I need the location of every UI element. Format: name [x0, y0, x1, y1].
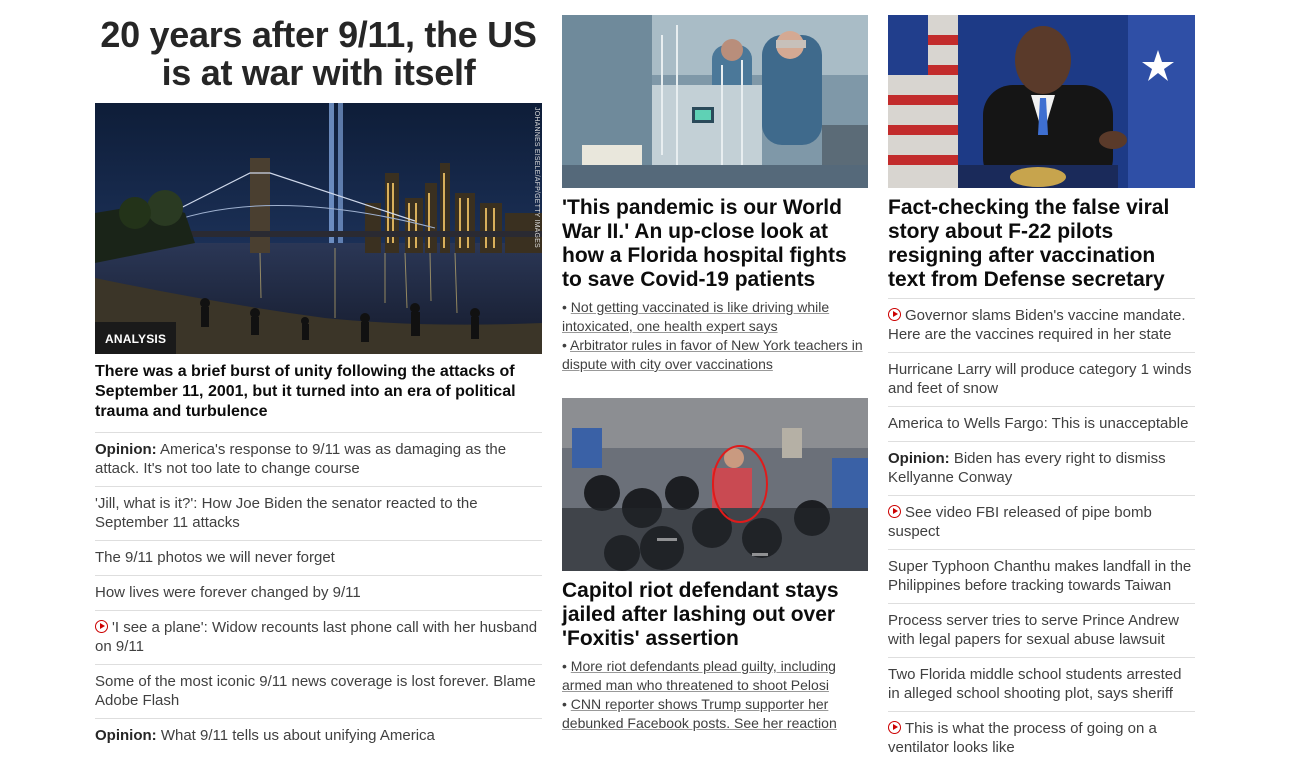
- middle-column: 'This pandemic is our World War II.' An …: [562, 0, 868, 733]
- list-item[interactable]: How lives were forever changed by 9/11: [95, 575, 542, 610]
- defense-secretary-photo[interactable]: [888, 15, 1195, 188]
- list-item-text[interactable]: Governor slams Biden's vaccine mandate. …: [888, 307, 1186, 343]
- bullet-item[interactable]: • CNN reporter shows Trump supporter her…: [562, 695, 868, 733]
- bullet-link[interactable]: CNN reporter shows Trump supporter her d…: [562, 696, 837, 731]
- photo-illustration: [562, 15, 868, 188]
- related-stories-list: Opinion: America's response to 9/11 was …: [95, 432, 542, 753]
- analysis-badge: ANALYSIS: [95, 322, 177, 354]
- list-item[interactable]: Opinion: Biden has every right to dismis…: [888, 441, 1195, 495]
- list-item-text[interactable]: 'Jill, what is it?': How Joe Biden the s…: [95, 495, 478, 531]
- list-item[interactable]: See video FBI released of pipe bomb susp…: [888, 495, 1195, 549]
- list-item-text[interactable]: Process server tries to serve Prince And…: [888, 612, 1179, 648]
- opinion-label: Opinion:: [95, 727, 157, 744]
- list-item-text[interactable]: 'I see a plane': Widow recounts last pho…: [95, 619, 537, 655]
- nyc-tribute-lights-photo[interactable]: ANALYSIS JOHANNES EISELE/AFP/GETTY IMAGE…: [95, 103, 542, 354]
- play-circle-icon: [888, 721, 901, 734]
- list-item-text[interactable]: See video FBI released of pipe bomb susp…: [888, 504, 1152, 540]
- list-item[interactable]: Governor slams Biden's vaccine mandate. …: [888, 298, 1195, 352]
- story-title[interactable]: Fact-checking the false viral story abou…: [888, 196, 1195, 292]
- capitol-riot-photo[interactable]: [562, 398, 868, 571]
- list-item[interactable]: 'Jill, what is it?': How Joe Biden the s…: [95, 486, 542, 540]
- bullet-item[interactable]: • More riot defendants plead guilty, inc…: [562, 657, 868, 695]
- bullet-link[interactable]: Not getting vaccinated is like driving w…: [562, 299, 829, 334]
- list-item-text[interactable]: The 9/11 photos we will never forget: [95, 549, 335, 566]
- list-item-text[interactable]: How lives were forever changed by 9/11: [95, 584, 361, 601]
- list-item[interactable]: 'I see a plane': Widow recounts last pho…: [95, 610, 542, 664]
- play-circle-icon: [95, 620, 108, 633]
- list-item[interactable]: Opinion: What 9/11 tells us about unifyi…: [95, 718, 542, 753]
- list-item[interactable]: Some of the most iconic 9/11 news covera…: [95, 664, 542, 718]
- list-item-text[interactable]: Super Typhoon Chanthu makes landfall in …: [888, 558, 1191, 594]
- lead-story-title[interactable]: There was a brief burst of unity followi…: [95, 362, 542, 422]
- bullet-item[interactable]: • Not getting vaccinated is like driving…: [562, 298, 868, 336]
- hospital-icu-photo[interactable]: [562, 15, 868, 188]
- list-item[interactable]: Opinion: America's response to 9/11 was …: [95, 432, 542, 486]
- list-item[interactable]: Super Typhoon Chanthu makes landfall in …: [888, 549, 1195, 603]
- bullet-list: • More riot defendants plead guilty, inc…: [562, 657, 868, 733]
- photo-illustration: [888, 15, 1195, 188]
- photo-illustration: [95, 103, 542, 354]
- photo-credit: JOHANNES EISELE/AFP/GETTY IMAGES: [533, 107, 540, 248]
- list-item-text[interactable]: Hurricane Larry will produce category 1 …: [888, 361, 1191, 397]
- main-headline[interactable]: 20 years after 9/11, the US is at war wi…: [95, 16, 542, 92]
- bullet-link[interactable]: Arbitrator rules in favor of New York te…: [562, 337, 863, 372]
- photo-illustration: [562, 398, 868, 571]
- list-item-text[interactable]: This is what the process of going on a v…: [888, 720, 1157, 756]
- bullet-link[interactable]: More riot defendants plead guilty, inclu…: [562, 658, 836, 693]
- bullet-item[interactable]: • Arbitrator rules in favor of New York …: [562, 336, 868, 374]
- list-item[interactable]: Process server tries to serve Prince And…: [888, 603, 1195, 657]
- list-item[interactable]: Two Florida middle school students arres…: [888, 657, 1195, 711]
- list-item-text[interactable]: Some of the most iconic 9/11 news covera…: [95, 673, 536, 709]
- play-circle-icon: [888, 308, 901, 321]
- list-item[interactable]: America to Wells Fargo: This is unaccept…: [888, 406, 1195, 441]
- play-circle-icon: [888, 505, 901, 518]
- list-item-text[interactable]: Two Florida middle school students arres…: [888, 666, 1181, 702]
- list-item-text[interactable]: America to Wells Fargo: This is unaccept…: [888, 415, 1188, 432]
- story-title[interactable]: Capitol riot defendant stays jailed afte…: [562, 579, 868, 651]
- right-column: Fact-checking the false viral story abou…: [888, 0, 1195, 765]
- list-item[interactable]: The 9/11 photos we will never forget: [95, 540, 542, 575]
- opinion-label: Opinion:: [95, 441, 157, 458]
- lead-column: 20 years after 9/11, the US is at war wi…: [95, 0, 542, 753]
- related-stories-list: Governor slams Biden's vaccine mandate. …: [888, 298, 1195, 765]
- list-item[interactable]: Hurricane Larry will produce category 1 …: [888, 352, 1195, 406]
- list-item-text[interactable]: What 9/11 tells us about unifying Americ…: [161, 727, 435, 744]
- story-title[interactable]: 'This pandemic is our World War II.' An …: [562, 196, 868, 292]
- list-item-text[interactable]: America's response to 9/11 was as damagi…: [95, 441, 506, 477]
- opinion-label: Opinion:: [888, 450, 950, 467]
- list-item[interactable]: This is what the process of going on a v…: [888, 711, 1195, 765]
- bullet-list: • Not getting vaccinated is like driving…: [562, 298, 868, 374]
